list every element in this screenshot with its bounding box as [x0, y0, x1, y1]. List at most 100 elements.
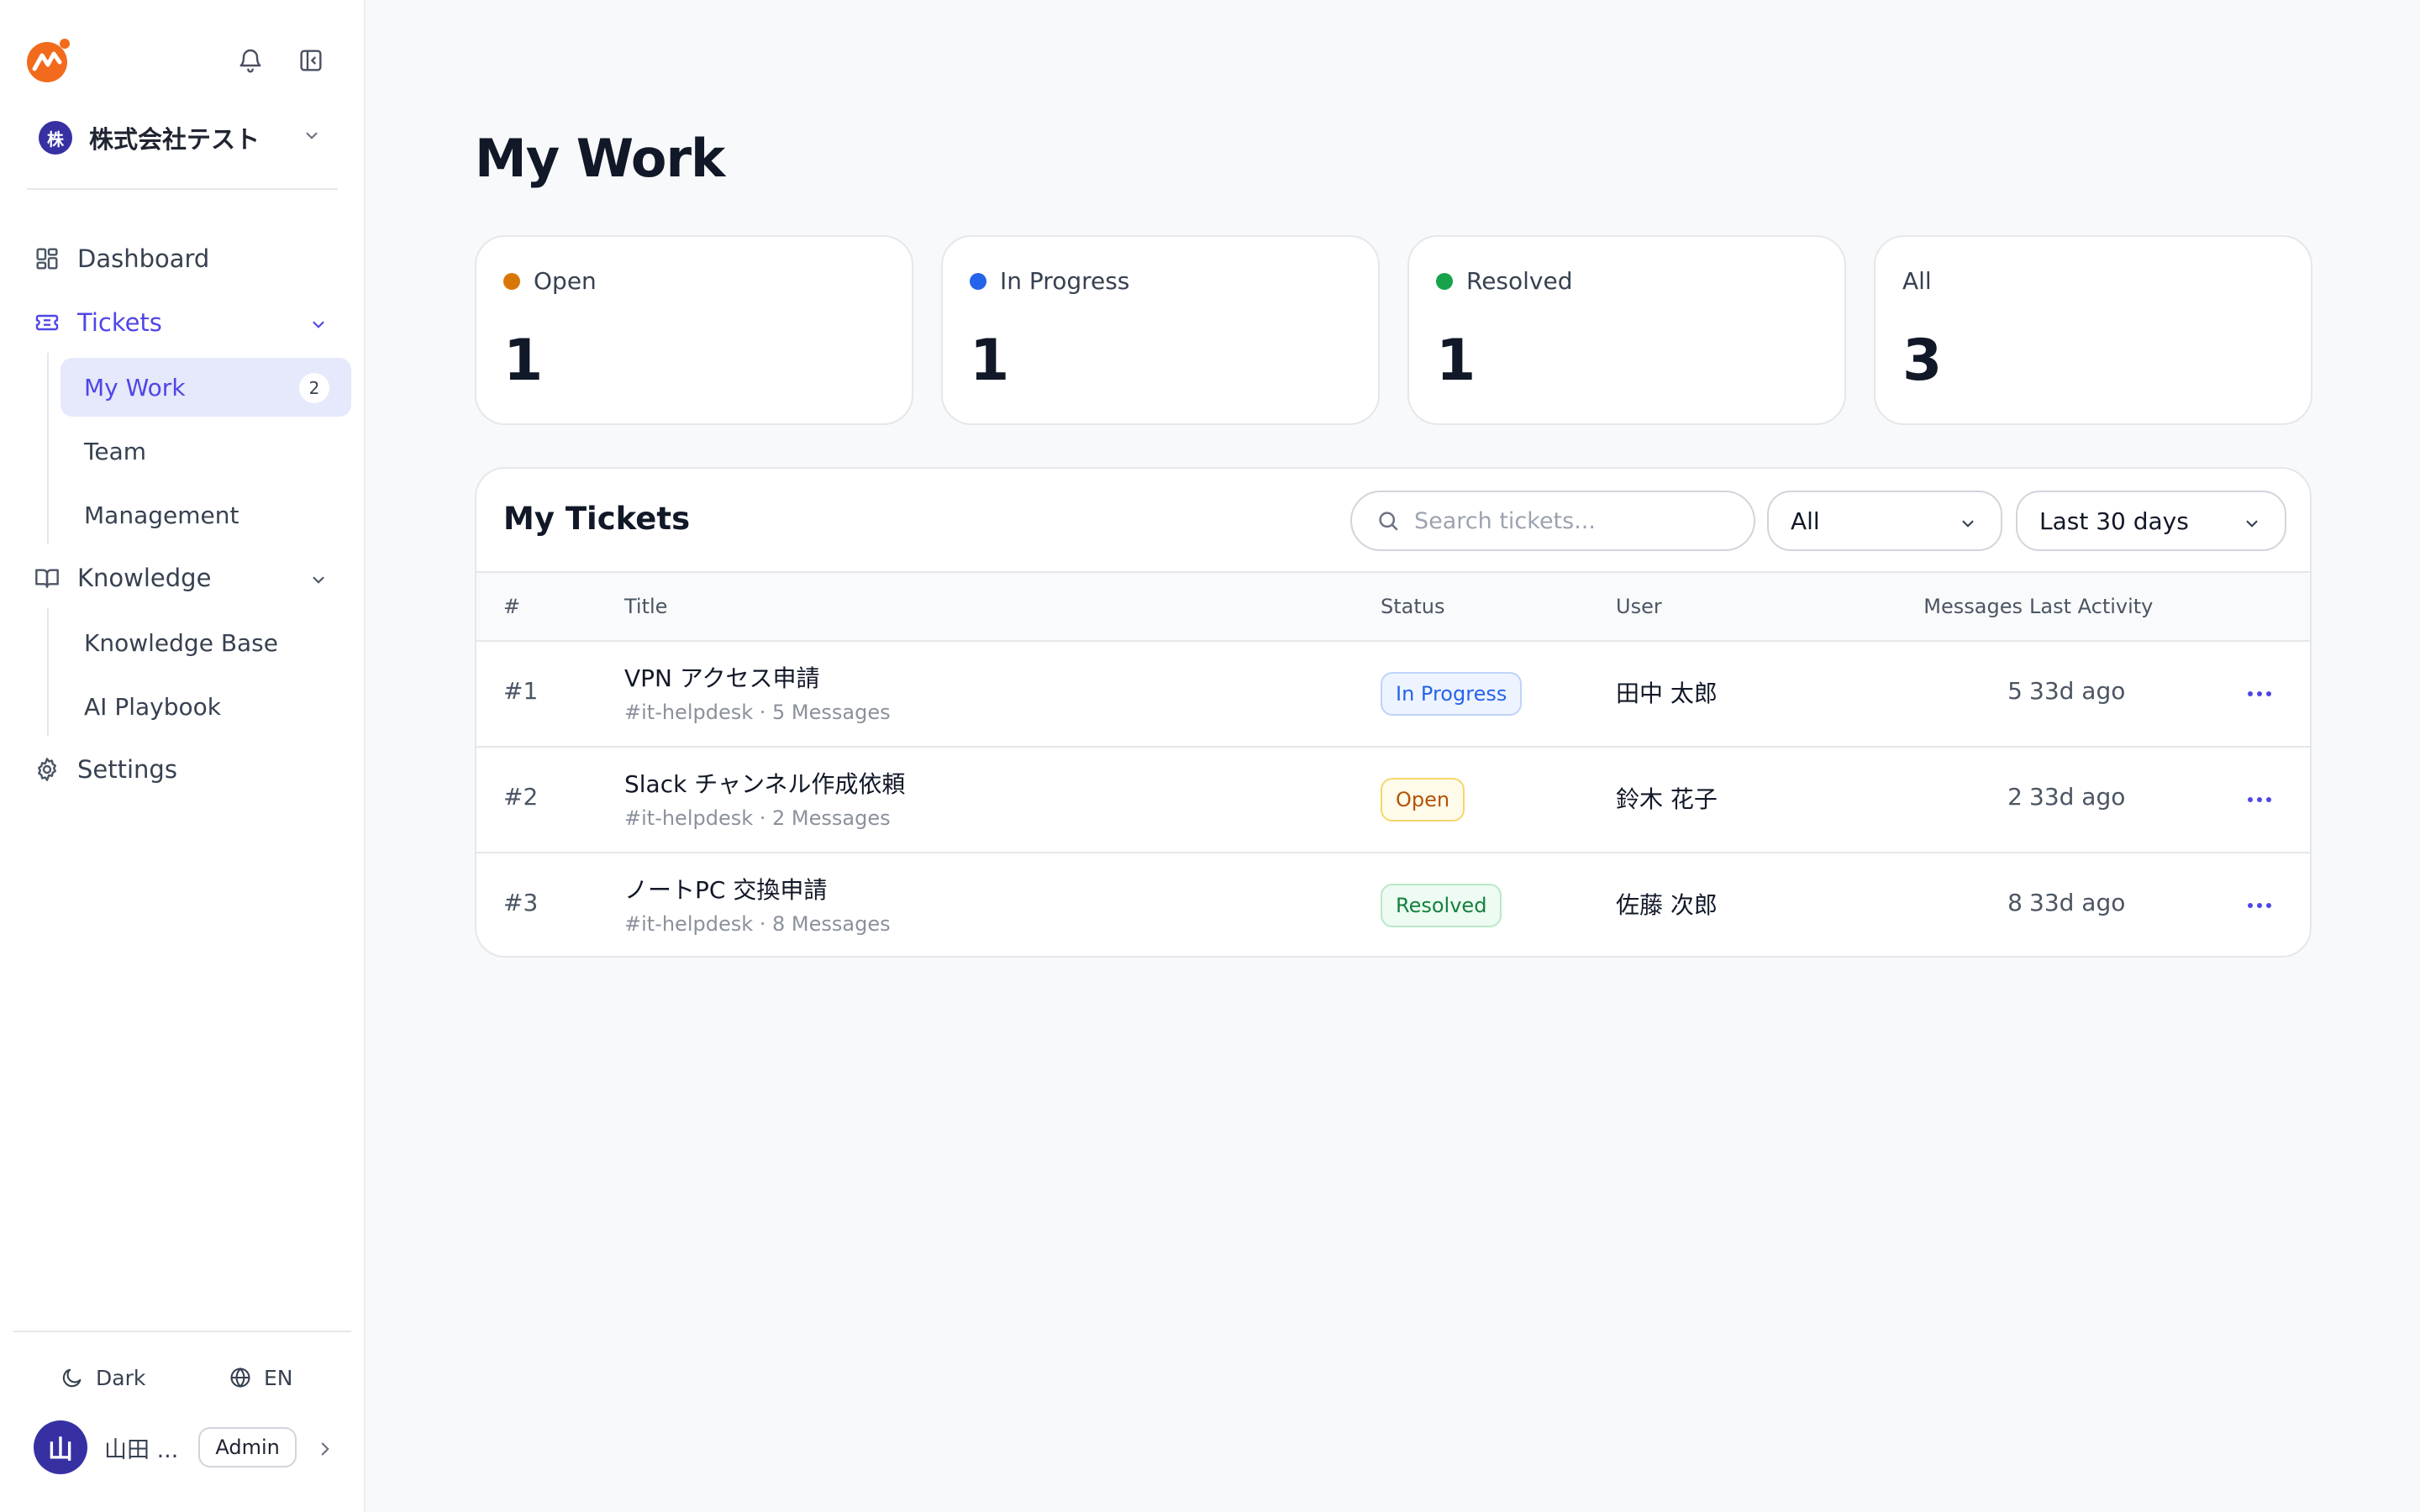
subnav-guide-line: [47, 608, 49, 736]
date-range-select[interactable]: Last 30 days: [2016, 491, 2286, 551]
sidebar-item-tickets[interactable]: Tickets: [27, 294, 338, 351]
ticket-last-activity: 33d ago: [2029, 677, 2126, 705]
sidebar-item-knowledge-base[interactable]: Knowledge Base: [60, 613, 351, 672]
user-menu[interactable]: 山 山田 ... Admin: [34, 1420, 336, 1475]
org-switcher[interactable]: 株 株式会社テスト: [39, 118, 333, 158]
org-name: 株式会社テスト: [89, 125, 260, 154]
ticket-message-count: 5: [2007, 677, 2023, 705]
status-badge: Open: [1381, 778, 1465, 822]
count-badge: 2: [299, 373, 329, 403]
chevron-down-icon[interactable]: [308, 568, 329, 596]
collapse-sidebar-icon[interactable]: [294, 44, 328, 77]
notification-bell-icon[interactable]: [234, 44, 267, 77]
stat-card-resolved[interactable]: Resolved 1: [1407, 235, 1846, 425]
chevron-down-icon[interactable]: [308, 312, 329, 341]
status-filter-select[interactable]: All: [1767, 491, 2002, 551]
search-input[interactable]: [1414, 507, 1750, 534]
ticket-last-activity: 33d ago: [2029, 783, 2126, 811]
stat-label: Resolved: [1436, 267, 1573, 295]
search-box[interactable]: [1350, 491, 1755, 551]
ticket-title[interactable]: Slack チャンネル作成依頼: [624, 766, 905, 800]
stat-value: 1: [503, 328, 544, 394]
stat-label: Open: [503, 267, 597, 295]
sidebar-item-management[interactable]: Management: [60, 486, 351, 544]
select-value: Last 30 days: [2039, 507, 2189, 535]
stat-value: 3: [1902, 328, 1943, 394]
sidebar-item-knowledge[interactable]: Knowledge: [27, 549, 338, 606]
globe-icon: [230, 1367, 250, 1389]
sidebar-item-label: Management: [84, 501, 239, 529]
sidebar-item-label: Settings: [77, 755, 177, 784]
ticket-id: #2: [503, 783, 539, 811]
org-avatar: 株: [39, 121, 72, 155]
ticket-meta: #it-helpdesk · 5 Messages: [624, 701, 891, 724]
ticket-title[interactable]: VPN アクセス申請: [624, 660, 820, 694]
more-actions-icon[interactable]: [2243, 890, 2276, 921]
ticket-title[interactable]: ノートPC 交換申請: [624, 872, 827, 906]
table-row[interactable]: #2 Slack チャンネル作成依頼 #it-helpdesk · 2 Mess…: [476, 748, 2310, 853]
sidebar-divider: [27, 188, 338, 190]
stat-label: In Progress: [970, 267, 1129, 295]
stat-label-text: In Progress: [1000, 267, 1130, 295]
language-toggle[interactable]: EN: [229, 1359, 293, 1396]
sidebar-item-label: Tickets: [77, 308, 162, 337]
chevron-down-icon: [301, 124, 323, 150]
stat-label: All: [1902, 267, 1932, 295]
stat-card-all[interactable]: All 3: [1874, 235, 2312, 425]
section-title: My Tickets: [503, 501, 691, 537]
table-header: # Title Status User Messages Last Activi…: [476, 571, 2310, 642]
ticket-meta: #it-helpdesk · 8 Messages: [624, 912, 891, 936]
column-header-user[interactable]: User: [1616, 595, 1662, 618]
page-title: My Work: [475, 128, 725, 189]
role-badge: Admin: [198, 1427, 297, 1467]
sidebar-item-settings[interactable]: Settings: [27, 741, 338, 798]
avatar: 山: [34, 1420, 87, 1474]
user-name: 山田 ...: [104, 1436, 179, 1463]
stat-card-open[interactable]: Open 1: [475, 235, 913, 425]
column-header-status[interactable]: Status: [1381, 595, 1444, 618]
app-logo-icon[interactable]: [25, 37, 72, 84]
sidebar-item-label: Team: [84, 437, 147, 465]
sidebar-item-team[interactable]: Team: [60, 422, 351, 480]
stat-label-text: Resolved: [1466, 267, 1573, 295]
table-row[interactable]: #1 VPN アクセス申請 #it-helpdesk · 5 Messages …: [476, 642, 2310, 748]
more-actions-icon[interactable]: [2243, 785, 2276, 815]
stat-value: 1: [1436, 328, 1476, 394]
status-badge: In Progress: [1381, 672, 1523, 716]
column-header-title[interactable]: Title: [624, 595, 667, 618]
table-row[interactable]: #3 ノートPC 交換申請 #it-helpdesk · 8 Messages …: [476, 853, 2310, 956]
search-icon: [1379, 512, 1398, 531]
ticket-icon: [27, 309, 67, 336]
stat-label-text: All: [1902, 267, 1932, 295]
book-icon: [27, 564, 67, 591]
stat-card-in-progress[interactable]: In Progress 1: [941, 235, 1380, 425]
chevron-down-icon: [2241, 512, 2263, 540]
sidebar-item-my-work[interactable]: My Work 2: [60, 358, 351, 417]
language-label: EN: [264, 1365, 293, 1390]
theme-label: Dark: [96, 1365, 146, 1390]
sidebar: 株 株式会社テスト Dashboard Tickets My Work 2 Te…: [0, 0, 366, 1512]
column-header-id[interactable]: #: [503, 595, 520, 618]
status-badge: Resolved: [1381, 884, 1502, 927]
ticket-user: 鈴木 花子: [1616, 785, 1718, 813]
select-value: All: [1791, 507, 1820, 535]
ticket-message-count: 2: [2007, 783, 2023, 811]
moon-icon: [62, 1368, 82, 1388]
column-header-last-activity[interactable]: Last Activity: [2029, 595, 2153, 618]
sidebar-divider: [13, 1331, 351, 1332]
status-dot: [1436, 272, 1453, 290]
tickets-table-card: My Tickets All Last 30 days # Title Stat…: [475, 467, 2312, 958]
ticket-user: 佐藤 次郎: [1616, 891, 1718, 919]
sidebar-item-ai-playbook[interactable]: AI Playbook: [60, 677, 351, 736]
sidebar-item-dashboard[interactable]: Dashboard: [27, 230, 338, 287]
sidebar-item-label: Knowledge Base: [84, 628, 278, 657]
more-actions-icon[interactable]: [2243, 679, 2276, 709]
theme-toggle[interactable]: Dark: [60, 1359, 145, 1396]
sidebar-item-label: AI Playbook: [84, 692, 221, 721]
column-header-messages[interactable]: Messages: [1854, 595, 2023, 618]
ticket-last-activity: 33d ago: [2029, 889, 2126, 916]
stat-value: 1: [970, 328, 1010, 394]
ticket-user: 田中 太郎: [1616, 680, 1718, 707]
ticket-message-count: 8: [2007, 889, 2023, 916]
ticket-id: #1: [503, 677, 539, 705]
